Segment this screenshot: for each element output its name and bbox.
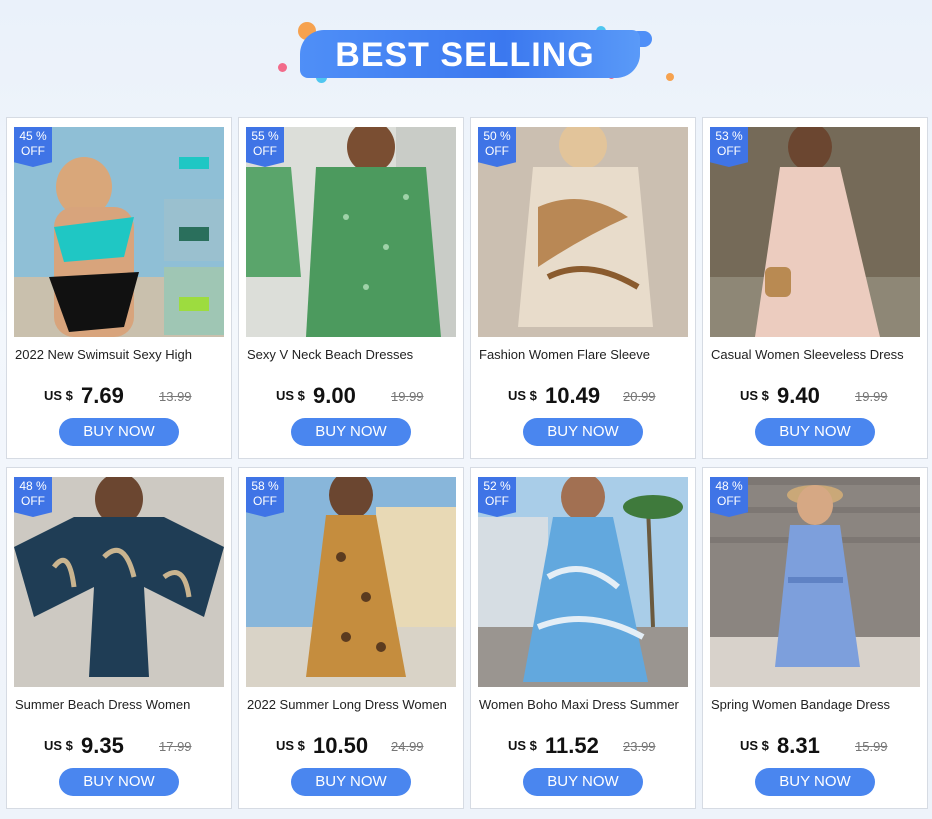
original-price: 17.99 xyxy=(159,739,192,754)
sale-price: 9.00 xyxy=(313,383,356,408)
original-price: 19.99 xyxy=(391,389,424,404)
product-title[interactable]: Spring Women Bandage Dress xyxy=(711,697,919,714)
garment-dress xyxy=(306,167,441,337)
discount-percent: 45 % xyxy=(19,129,47,143)
buy-now-button[interactable]: BUY NOW xyxy=(291,418,411,446)
discount-off-label: OFF xyxy=(253,494,277,508)
discount-percent: 58 % xyxy=(251,479,279,493)
sale-price: 10.50 xyxy=(313,733,369,758)
thumb-garment xyxy=(179,157,209,169)
discount-off-label: OFF xyxy=(485,144,509,158)
buy-now-button[interactable]: BUY NOW xyxy=(755,418,875,446)
currency-label: US $ xyxy=(44,388,73,403)
buy-now-button[interactable]: BUY NOW xyxy=(59,418,179,446)
best-selling-header: BEST SELLING xyxy=(0,0,932,110)
product-card[interactable]: 48 % OFF Summer Beach Dress Women US $ 9… xyxy=(6,467,232,809)
currency-label: US $ xyxy=(508,388,537,403)
buy-now-button[interactable]: BUY NOW xyxy=(523,418,643,446)
original-price: 19.99 xyxy=(855,389,888,404)
discount-off-label: OFF xyxy=(485,494,509,508)
discount-badge: 50 % OFF xyxy=(478,127,516,167)
bag xyxy=(765,267,791,297)
discount-percent: 48 % xyxy=(19,479,47,493)
currency-label: US $ xyxy=(44,738,73,753)
original-price: 23.99 xyxy=(623,739,656,754)
discount-badge: 53 % OFF xyxy=(710,127,748,167)
discount-percent: 52 % xyxy=(483,479,511,493)
product-card[interactable]: 53 % OFF Casual Women Sleeveless Dress U… xyxy=(702,117,928,459)
discount-percent: 48 % xyxy=(715,479,743,493)
discount-percent: 53 % xyxy=(715,129,743,143)
buy-now-button[interactable]: BUY NOW xyxy=(291,768,411,796)
belt xyxy=(788,577,843,583)
discount-percent: 55 % xyxy=(251,129,279,143)
currency-label: US $ xyxy=(740,738,769,753)
discount-off-label: OFF xyxy=(21,494,45,508)
discount-off-label: OFF xyxy=(253,144,277,158)
discount-badge: 48 % OFF xyxy=(710,477,748,517)
original-price: 13.99 xyxy=(159,389,192,404)
product-title[interactable]: 2022 Summer Long Dress Women xyxy=(247,697,455,714)
decor-dot xyxy=(278,63,287,72)
original-price: 15.99 xyxy=(855,739,888,754)
model-head xyxy=(797,485,833,525)
original-price: 20.99 xyxy=(623,389,656,404)
buy-now-button[interactable]: BUY NOW xyxy=(59,768,179,796)
sale-price: 10.49 xyxy=(545,383,601,408)
product-card[interactable]: 45 % OFF 2022 New Swimsuit Sexy High US … xyxy=(6,117,232,459)
product-title[interactable]: Sexy V Neck Beach Dresses xyxy=(247,347,455,364)
discount-badge: 48 % OFF xyxy=(14,477,52,517)
buy-now-button[interactable]: BUY NOW xyxy=(523,768,643,796)
sale-price: 11.52 xyxy=(545,733,599,758)
discount-off-label: OFF xyxy=(717,144,741,158)
product-title[interactable]: Fashion Women Flare Sleeve xyxy=(479,347,687,364)
section-title: BEST SELLING xyxy=(335,36,595,74)
product-title[interactable]: Women Boho Maxi Dress Summer xyxy=(479,697,687,714)
thumb-garment xyxy=(179,297,209,311)
product-title[interactable]: 2022 New Swimsuit Sexy High xyxy=(15,347,223,364)
product-card[interactable]: 52 % OFF Women Boho Maxi Dress Summer US… xyxy=(470,467,696,809)
sale-price: 9.40 xyxy=(777,383,820,408)
discount-off-label: OFF xyxy=(717,494,741,508)
product-card[interactable]: 58 % OFF 2022 Summer Long Dress Women US… xyxy=(238,467,464,809)
discount-percent: 50 % xyxy=(483,129,511,143)
product-title[interactable]: Casual Women Sleeveless Dress xyxy=(711,347,919,364)
currency-label: US $ xyxy=(740,388,769,403)
discount-badge: 45 % OFF xyxy=(14,127,52,167)
discount-off-label: OFF xyxy=(21,144,45,158)
decor-dot xyxy=(666,73,674,81)
original-price: 24.99 xyxy=(391,739,424,754)
product-card[interactable]: 50 % OFF Fashion Women Flare Sleeve US $… xyxy=(470,117,696,459)
palm-tree xyxy=(623,495,683,519)
sale-price: 9.35 xyxy=(81,733,124,758)
thumb-garment xyxy=(179,227,209,241)
currency-label: US $ xyxy=(508,738,537,753)
discount-badge: 52 % OFF xyxy=(478,477,516,517)
product-title[interactable]: Summer Beach Dress Women xyxy=(15,697,223,714)
product-card[interactable]: 48 % OFF Spring Women Bandage Dress US $… xyxy=(702,467,928,809)
product-card[interactable]: 55 % OFF Sexy V Neck Beach Dresses US $ … xyxy=(238,117,464,459)
discount-badge: 55 % OFF xyxy=(246,127,284,167)
sale-price: 8.31 xyxy=(777,733,820,758)
currency-label: US $ xyxy=(276,738,305,753)
discount-badge: 58 % OFF xyxy=(246,477,284,517)
currency-label: US $ xyxy=(276,388,305,403)
buy-now-button[interactable]: BUY NOW xyxy=(755,768,875,796)
sale-price: 7.69 xyxy=(81,383,124,408)
